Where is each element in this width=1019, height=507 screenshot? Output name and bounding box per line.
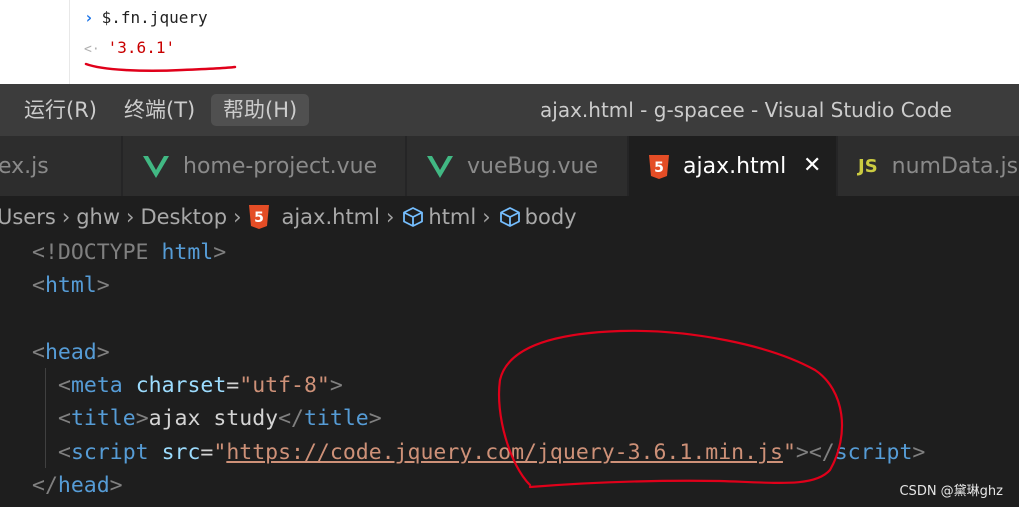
console-output-row: <· '3.6.1': [84, 38, 175, 57]
breadcrumb-separator: ›: [126, 205, 135, 229]
devtools-console: › $.fn.jquery <· '3.6.1': [0, 0, 1019, 84]
tab-numdata-js[interactable]: JS numData.js: [838, 136, 1019, 196]
editor-tab-bar: ex.js home-project.vue vueBug.vue 5 ajax.…: [0, 136, 1019, 196]
code-line-4: <head>: [32, 340, 110, 365]
svg-text:5: 5: [654, 160, 664, 176]
tab-ex-js[interactable]: ex.js: [0, 136, 122, 196]
breadcrumb: Users › ghw › Desktop › 5 ajax.html › html › body: [0, 196, 1019, 236]
red-underline-annotation: [84, 62, 237, 72]
tab-home-project-vue[interactable]: home-project.vue: [123, 136, 406, 196]
tag-name: title: [70, 406, 136, 431]
title-text: ajax study: [148, 406, 279, 431]
console-gutter-divider: [69, 0, 70, 84]
code-line-2: <html>: [32, 273, 110, 298]
code-line-7: <script src="https://code.jquery.com/jqu…: [58, 440, 926, 465]
return-arrow-icon: <·: [84, 42, 100, 57]
code-editor[interactable]: <!DOCTYPE html> <html> <head> <meta char…: [0, 236, 1019, 507]
tab-label: ex.js: [0, 154, 49, 179]
attribute-name: charset: [135, 373, 227, 398]
code-line-8: </head>: [32, 473, 123, 498]
breadcrumb-item-file[interactable]: ajax.html: [281, 205, 380, 229]
indent-guide: [45, 368, 46, 468]
tab-label: ajax.html: [683, 154, 787, 179]
tab-vuebug-vue[interactable]: vueBug.vue: [407, 136, 628, 196]
tag-name: head: [57, 473, 110, 498]
svg-text:5: 5: [255, 210, 265, 226]
tag-name: meta: [70, 373, 123, 398]
js-icon: JS: [858, 156, 878, 177]
tab-label: home-project.vue: [183, 154, 378, 179]
html5-icon: 5: [649, 155, 669, 179]
breadcrumb-separator: ›: [61, 205, 71, 229]
cube-icon: [499, 207, 520, 227]
breadcrumb-separator: ›: [233, 205, 242, 229]
breadcrumb-item-users[interactable]: Users: [0, 205, 56, 229]
watermark: CSDN @黛琳ghz: [899, 484, 1003, 499]
script-src-link[interactable]: https://code.jquery.com/jquery-3.6.1.min…: [226, 440, 783, 465]
tag-name: script: [70, 440, 149, 465]
tag-name: script: [834, 440, 913, 465]
doctype-keyword: <!DOCTYPE: [32, 240, 149, 265]
tab-close-icon[interactable]: ✕: [803, 136, 821, 196]
menu-run[interactable]: 运行(R): [12, 94, 109, 126]
tab-label: vueBug.vue: [467, 154, 598, 179]
code-line-6: <title>ajax study</title>: [58, 406, 382, 431]
tag-name: title: [303, 406, 369, 431]
breadcrumb-item-desktop[interactable]: Desktop: [140, 205, 227, 229]
vue-icon: [143, 156, 169, 178]
code-line-1: <!DOCTYPE html>: [32, 240, 227, 265]
breadcrumb-item-html[interactable]: html: [428, 205, 476, 229]
menu-help[interactable]: 帮助(H): [211, 94, 310, 126]
console-input-text: $.fn.jquery: [101, 8, 208, 27]
breadcrumb-item-body[interactable]: body: [525, 205, 577, 229]
tab-label: numData.js: [891, 154, 1019, 179]
breadcrumb-separator: ›: [482, 205, 491, 229]
cube-icon: [403, 207, 424, 227]
code-line-5: <meta charset="utf-8">: [58, 373, 343, 398]
breadcrumb-separator: ›: [385, 205, 395, 229]
attribute-value: "utf-8": [239, 373, 330, 398]
html5-icon: 5: [249, 205, 270, 229]
console-input-row[interactable]: › $.fn.jquery: [84, 8, 208, 27]
chevron-right-icon: ›: [84, 8, 94, 27]
console-output-value: '3.6.1': [107, 38, 176, 57]
window-title: ajax.html - g-spacee - Visual Studio Cod…: [540, 98, 952, 122]
vue-icon: [427, 156, 453, 178]
tag-name: html: [44, 273, 97, 298]
menu-terminal[interactable]: 终端(T): [112, 94, 207, 126]
tag-name: head: [44, 340, 97, 365]
breadcrumb-item-ghw[interactable]: ghw: [76, 205, 120, 229]
doctype-name: html: [161, 240, 214, 265]
attribute-name: src: [161, 440, 201, 465]
